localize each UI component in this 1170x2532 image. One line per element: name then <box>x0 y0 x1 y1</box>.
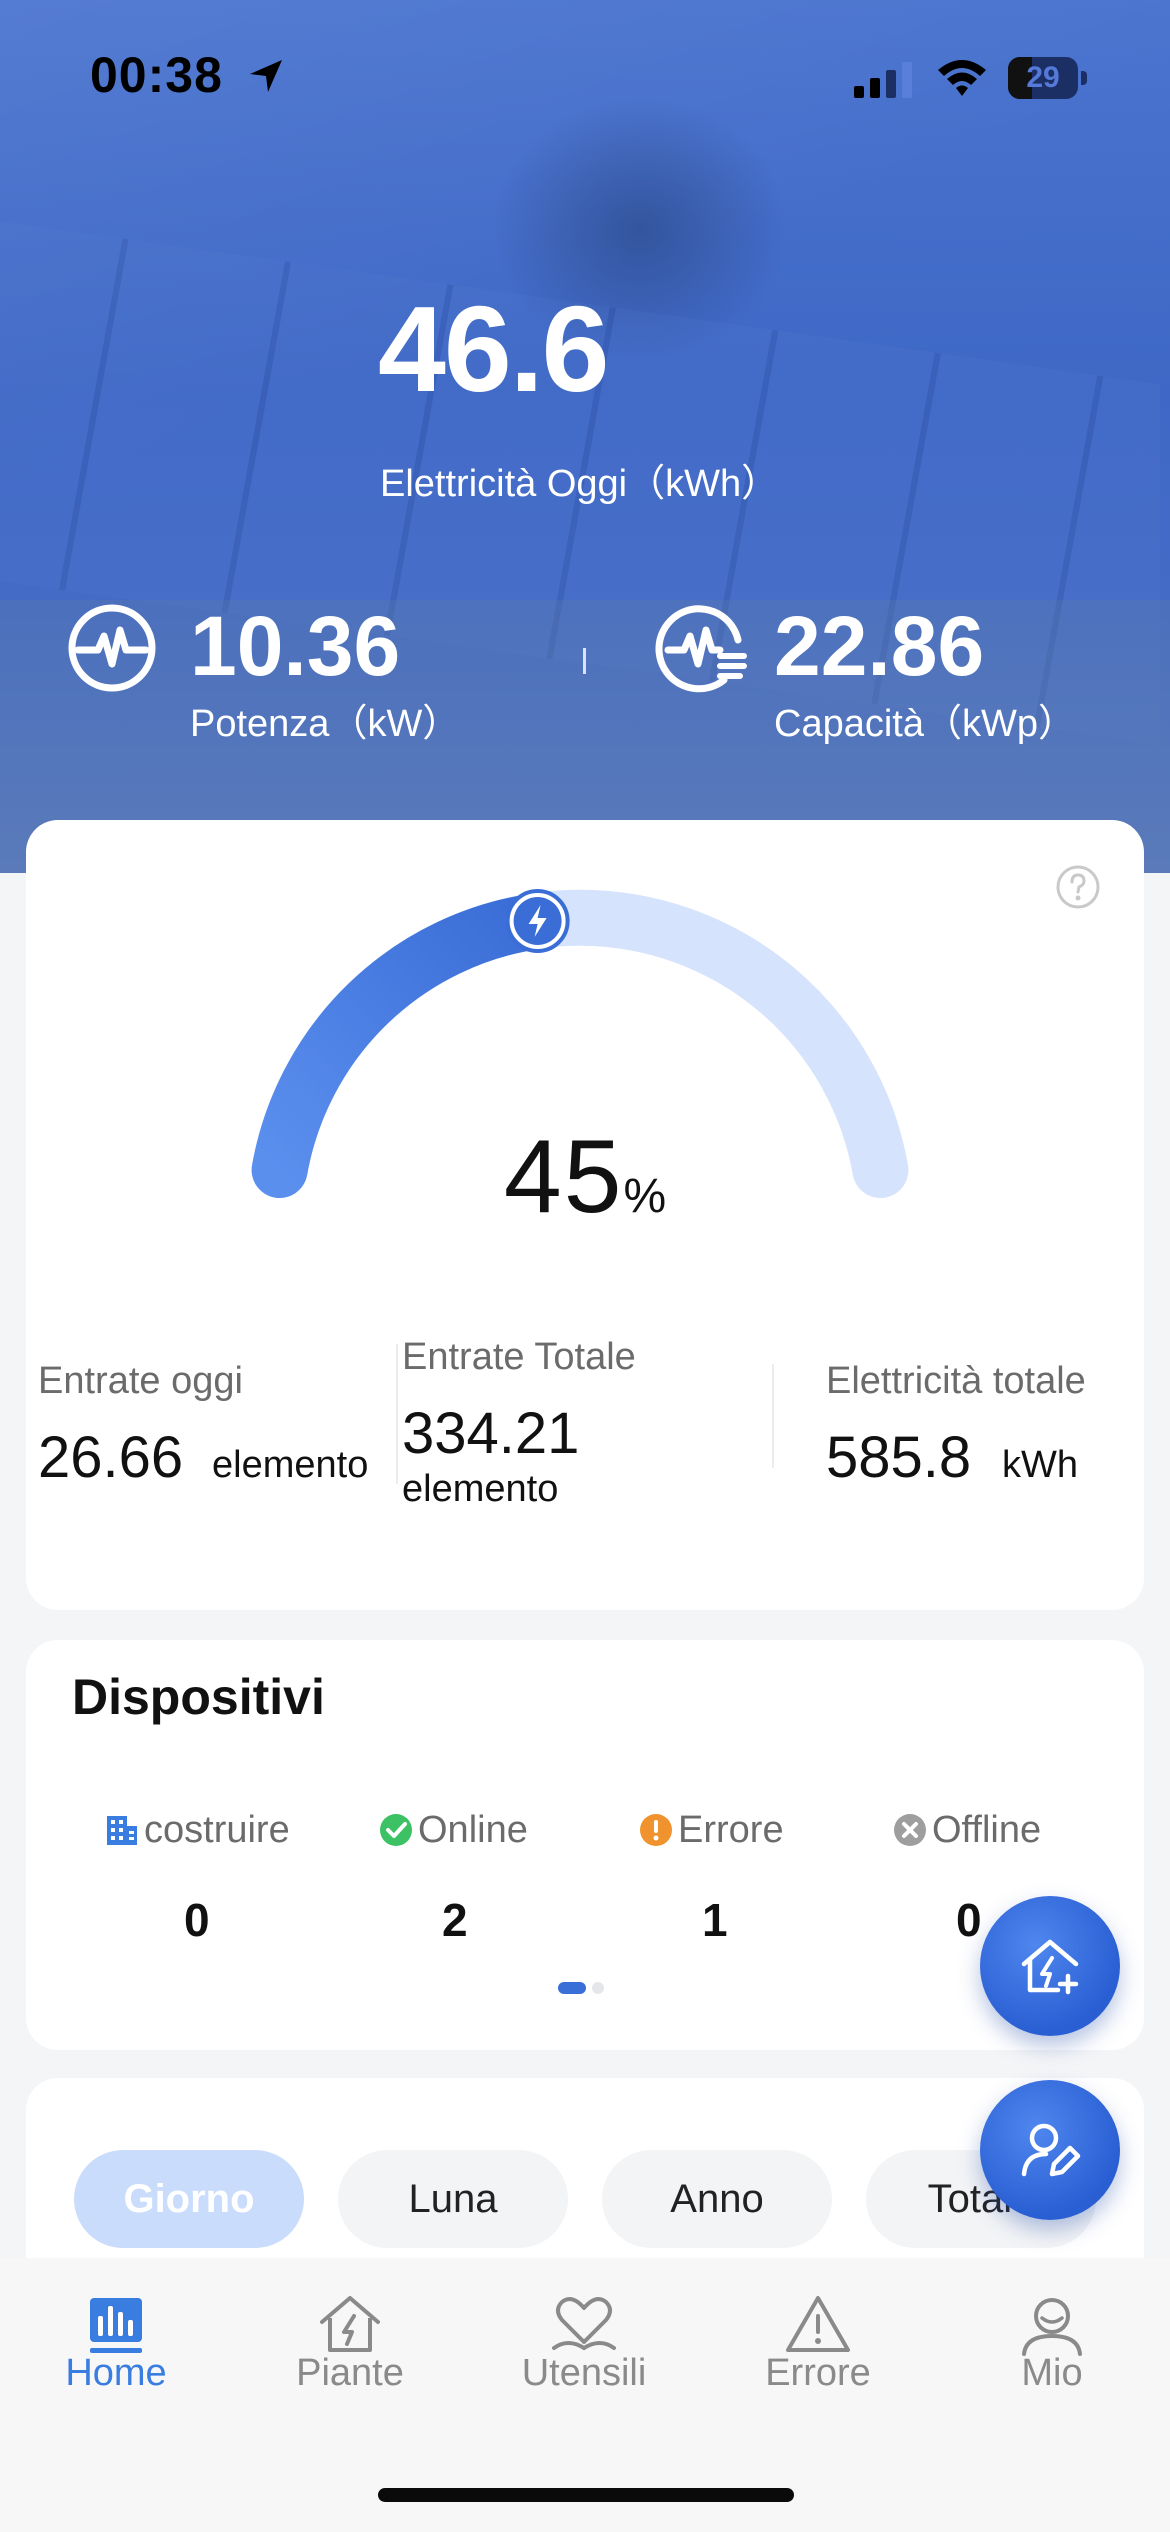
heart-hand-icon <box>552 2297 616 2351</box>
device-status-label: Offline <box>932 1808 1042 1851</box>
user-icon <box>1022 2298 1082 2356</box>
gauge-marker <box>505 889 570 953</box>
status-time: 00:38 <box>90 47 223 103</box>
device-status-label: Errore <box>678 1808 784 1851</box>
tab-label: Home <box>65 2352 167 2394</box>
income-total-unit: elemento <box>402 1468 559 1510</box>
wifi-icon <box>938 60 986 96</box>
device-status-label: Online <box>418 1808 528 1851</box>
device-status-count: 0 <box>956 1894 982 1946</box>
energy-total-unit: kWh <box>1002 1444 1078 1486</box>
pager-dot[interactable] <box>592 1982 604 1994</box>
app-screen: 00:38 29 46.6 Elettricità Oggi（kWh） 10.3… <box>0 0 1170 2532</box>
device-status-error[interactable]: Errore 1 <box>638 1805 838 1955</box>
period-tab-year[interactable]: Anno <box>602 2150 832 2248</box>
bar-chart-icon <box>90 2298 142 2353</box>
home-add-icon <box>1021 1939 1079 1995</box>
user-edit-icon <box>1021 2123 1081 2177</box>
period-tab-day[interactable]: Giorno <box>74 2150 304 2248</box>
add-plant-button[interactable] <box>980 1896 1120 2036</box>
status-bar: 00:38 29 <box>0 0 1170 150</box>
gauge-value: 45 <box>503 1119 624 1235</box>
battery-level: 29 <box>1026 61 1060 94</box>
today-energy-value: 46.6 <box>378 281 609 417</box>
gauge-percentage: 45% <box>0 1118 1170 1237</box>
location-arrow-icon <box>250 60 282 92</box>
stat-divider <box>772 1364 774 1468</box>
alert-circle-icon <box>640 1814 672 1846</box>
tab-label: Errore <box>765 2352 871 2394</box>
tab-errors[interactable]: Errore <box>718 2292 918 2402</box>
device-status-building[interactable]: costruire 0 <box>104 1805 304 1955</box>
tab-tools[interactable]: Utensili <box>484 2292 684 2402</box>
building-icon <box>107 1816 137 1845</box>
gauge-unit: % <box>623 1170 667 1223</box>
stat-divider <box>396 1344 398 1484</box>
power-value: 10.36 <box>190 599 401 693</box>
help-circle-icon[interactable] <box>1055 864 1101 910</box>
edit-profile-button[interactable] <box>980 2080 1120 2220</box>
income-total-value: 334.21 <box>402 1401 580 1466</box>
house-lightning-icon <box>320 2296 380 2352</box>
energy-total-label: Elettricità totale <box>826 1360 1086 1402</box>
check-circle-icon <box>380 1814 412 1846</box>
tab-plants[interactable]: Piante <box>250 2292 450 2402</box>
metric-separator <box>583 648 586 674</box>
today-energy-label: Elettricità Oggi（kWh） <box>380 463 780 505</box>
power-label: Potenza（kW） <box>190 703 461 745</box>
device-status-count: 1 <box>702 1894 728 1946</box>
tab-label: Mio <box>1021 2352 1083 2394</box>
capacity-pulse-icon <box>655 605 747 693</box>
tab-home[interactable]: Home <box>16 2292 216 2402</box>
device-status-label: costruire <box>144 1808 290 1851</box>
income-today-value: 26.66 <box>38 1425 184 1490</box>
tab-label: Utensili <box>521 2352 647 2394</box>
device-status-online[interactable]: Online 2 <box>378 1805 578 1955</box>
energy-total-value: 585.8 <box>826 1425 972 1490</box>
warning-triangle-icon <box>786 2296 850 2352</box>
power-pulse-icon <box>68 604 156 692</box>
period-tab-month[interactable]: Luna <box>338 2150 568 2248</box>
capacity-value: 22.86 <box>774 599 985 693</box>
device-status-count: 0 <box>184 1894 210 1946</box>
pager-dot-active[interactable] <box>558 1982 586 1994</box>
tab-label: Piante <box>296 2352 404 2394</box>
capacity-label: Capacità（kWp） <box>774 703 1076 745</box>
income-total-label: Entrate Totale <box>402 1336 636 1378</box>
home-indicator <box>378 2488 794 2502</box>
tab-profile[interactable]: Mio <box>952 2292 1152 2402</box>
cellular-signal-icon <box>854 62 912 98</box>
income-today-unit: elemento <box>212 1444 369 1486</box>
devices-title: Dispositivi <box>72 1669 325 1725</box>
x-circle-icon <box>894 1814 926 1846</box>
pager-dots[interactable] <box>558 1982 608 1996</box>
device-status-count: 2 <box>442 1894 468 1946</box>
battery-indicator: 29 <box>1008 57 1088 99</box>
income-today-label: Entrate oggi <box>38 1360 243 1402</box>
